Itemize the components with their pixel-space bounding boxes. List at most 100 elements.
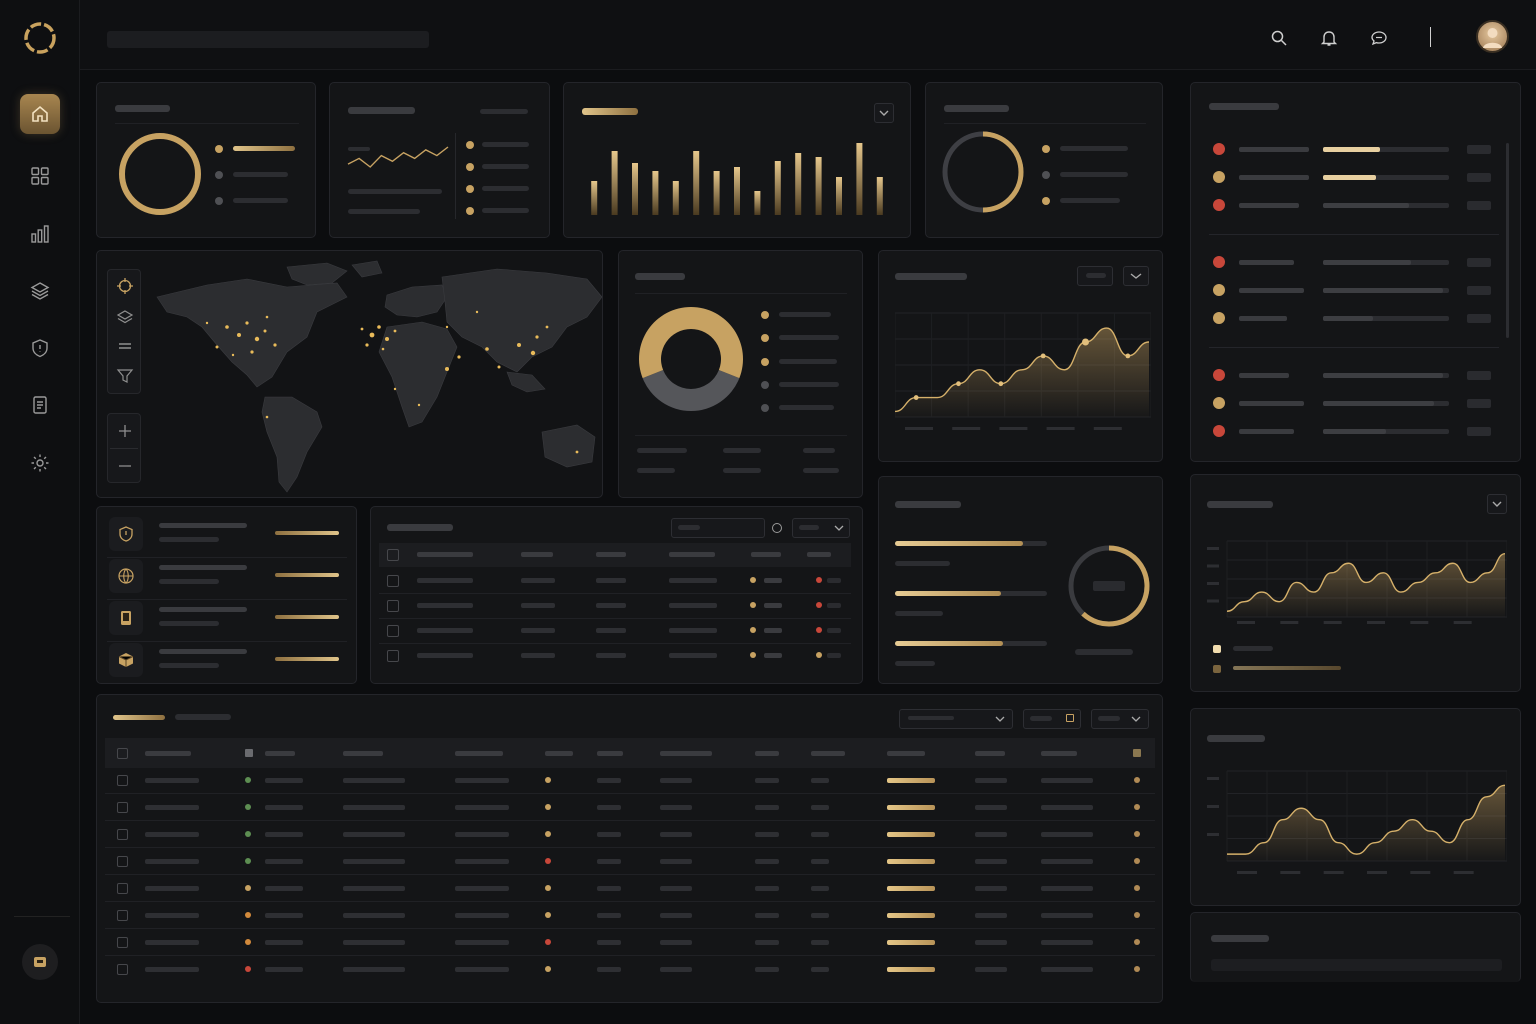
data-point[interactable] xyxy=(1082,338,1089,346)
column-header[interactable] xyxy=(265,751,295,756)
column-header[interactable] xyxy=(545,751,573,756)
sidebar-item-grid[interactable] xyxy=(20,156,60,196)
bar[interactable] xyxy=(876,177,883,215)
scrollbar[interactable] xyxy=(1506,143,1509,338)
sidebar-item-analytics[interactable] xyxy=(20,214,60,254)
column-header[interactable] xyxy=(975,751,1005,756)
circle-icon[interactable] xyxy=(772,523,782,533)
ring-logo-icon[interactable] xyxy=(22,20,58,56)
bar[interactable] xyxy=(734,167,740,215)
bar[interactable] xyxy=(754,191,761,215)
bar[interactable] xyxy=(652,171,659,215)
row-action-dot[interactable] xyxy=(1134,804,1140,810)
row-action-dot[interactable] xyxy=(1134,966,1140,972)
bar[interactable] xyxy=(815,157,822,215)
column-header[interactable] xyxy=(660,751,712,756)
row-checkbox[interactable] xyxy=(387,600,399,612)
filter-icon[interactable] xyxy=(116,367,134,385)
bar[interactable] xyxy=(836,177,842,215)
bar-chart-dropdown[interactable] xyxy=(874,103,894,123)
column-header[interactable] xyxy=(455,751,503,756)
column-header[interactable] xyxy=(807,552,831,557)
column-header[interactable] xyxy=(417,552,473,557)
sidebar-item-documents[interactable] xyxy=(20,385,60,425)
column-header[interactable] xyxy=(811,751,845,756)
trend-dropdown[interactable] xyxy=(1123,266,1149,286)
column-header[interactable] xyxy=(145,751,191,756)
row-checkbox[interactable] xyxy=(387,575,399,587)
range-selector[interactable] xyxy=(1077,266,1113,286)
column-header[interactable] xyxy=(669,552,715,557)
bar[interactable] xyxy=(856,143,863,215)
sidebar-footer-button[interactable] xyxy=(22,944,58,980)
row-checkbox[interactable] xyxy=(387,625,399,637)
notifications-button[interactable] xyxy=(1318,27,1340,49)
layers-icon[interactable] xyxy=(116,308,134,326)
column-header[interactable] xyxy=(887,751,925,756)
world-map[interactable] xyxy=(147,257,603,497)
select-all-checkbox[interactable] xyxy=(387,549,399,561)
row-action-dot[interactable] xyxy=(1134,885,1140,891)
bar[interactable] xyxy=(713,171,720,215)
row-checkbox[interactable] xyxy=(117,910,128,921)
performance-dropdown[interactable] xyxy=(1487,494,1507,514)
row-checkbox[interactable] xyxy=(117,856,128,867)
y-tick-label xyxy=(1207,564,1219,568)
row-checkbox[interactable] xyxy=(117,829,128,840)
data-point[interactable] xyxy=(913,395,919,400)
row-checkbox[interactable] xyxy=(117,802,128,813)
data-point[interactable] xyxy=(1125,353,1131,359)
sidebar-item-home[interactable] xyxy=(20,94,60,134)
row-action-dot[interactable] xyxy=(1134,939,1140,945)
bar[interactable] xyxy=(693,151,700,215)
column-header[interactable] xyxy=(1041,751,1077,756)
row-action-dot[interactable] xyxy=(1134,777,1140,783)
bar[interactable] xyxy=(632,163,638,215)
column-header[interactable] xyxy=(755,751,779,756)
row-checkbox[interactable] xyxy=(117,775,128,786)
pie-slice-gray[interactable] xyxy=(642,370,740,411)
row-checkbox[interactable] xyxy=(387,650,399,662)
data-point[interactable] xyxy=(998,381,1004,387)
sidebar-item-settings[interactable] xyxy=(20,443,60,483)
row-action-dot[interactable] xyxy=(1134,912,1140,918)
zoom-in-button[interactable] xyxy=(116,422,134,440)
avatar[interactable] xyxy=(1476,20,1509,53)
bar[interactable] xyxy=(672,181,679,215)
table-view-toggle[interactable] xyxy=(1023,709,1081,729)
zoom-out-button[interactable] xyxy=(116,457,134,475)
bar[interactable] xyxy=(591,181,598,215)
crosshair-icon[interactable] xyxy=(116,277,134,295)
bar[interactable] xyxy=(774,161,781,215)
column-header[interactable] xyxy=(751,552,781,557)
column-header[interactable] xyxy=(596,552,626,557)
column-header[interactable] xyxy=(521,552,553,557)
table-filter-dropdown[interactable] xyxy=(899,709,1013,729)
row-action-dot[interactable] xyxy=(1134,831,1140,837)
row-action-dot[interactable] xyxy=(1134,858,1140,864)
column-header[interactable] xyxy=(343,751,383,756)
messages-button[interactable] xyxy=(1368,27,1390,49)
row-checkbox[interactable] xyxy=(117,964,128,975)
column-header[interactable] xyxy=(597,751,623,756)
search-button[interactable] xyxy=(1268,27,1290,49)
sidebar-item-layers[interactable] xyxy=(20,271,60,311)
select-all-checkbox[interactable] xyxy=(117,748,128,759)
table-filter-dropdown[interactable] xyxy=(792,518,850,538)
bar[interactable] xyxy=(611,151,618,215)
data-point[interactable] xyxy=(956,381,961,387)
tab-inactive[interactable] xyxy=(175,714,231,720)
search-input[interactable] xyxy=(107,31,429,48)
sidebar-item-security[interactable] xyxy=(20,328,60,368)
table-search-input[interactable] xyxy=(671,518,765,538)
table-sort-dropdown[interactable] xyxy=(1091,709,1149,729)
list-icon[interactable] xyxy=(116,337,134,355)
table-cell xyxy=(755,886,779,891)
tab-active[interactable] xyxy=(113,715,165,720)
table-cell xyxy=(145,886,199,891)
bar[interactable] xyxy=(795,153,802,215)
data-point[interactable] xyxy=(1040,353,1046,359)
row-checkbox[interactable] xyxy=(117,937,128,948)
pie-slice-gold[interactable] xyxy=(639,307,743,379)
row-checkbox[interactable] xyxy=(117,883,128,894)
